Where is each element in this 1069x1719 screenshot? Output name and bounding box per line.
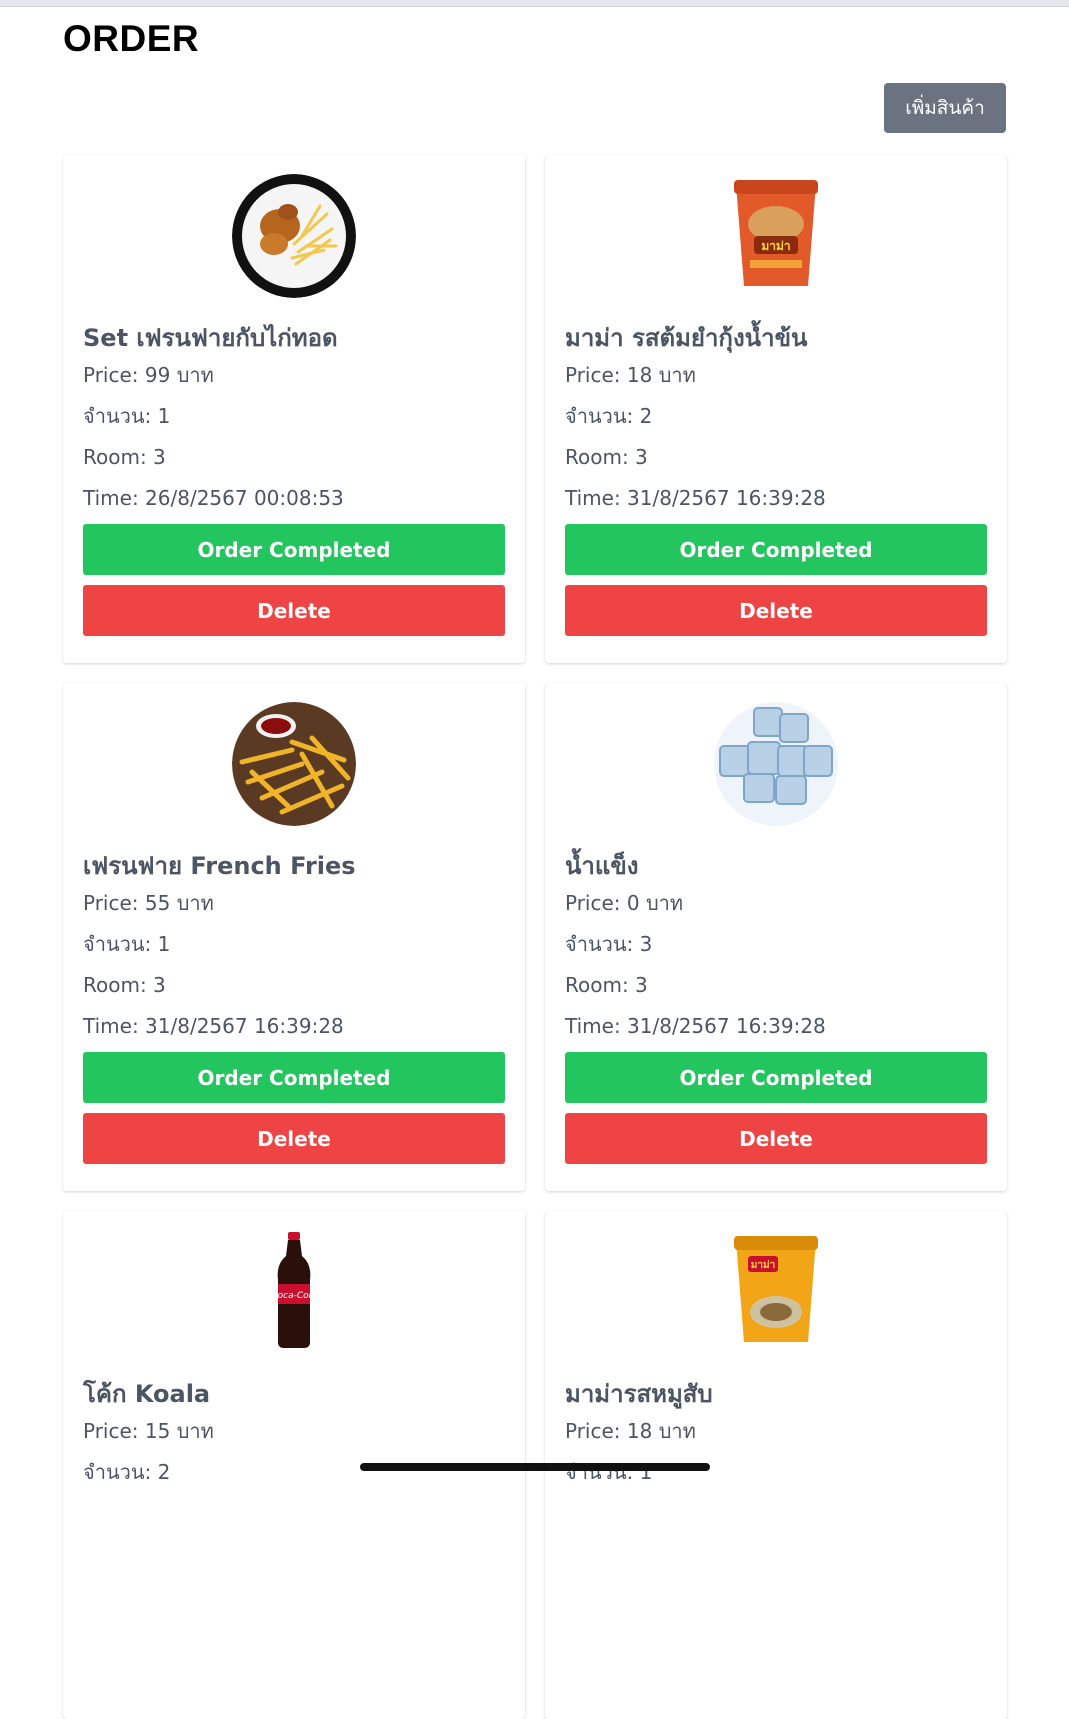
time-text: Time: 31/8/2567 16:39:28 xyxy=(565,1014,826,1038)
quantity-text: จำนวน: 3 xyxy=(565,932,653,956)
room-text: Room: 3 xyxy=(565,973,648,997)
quantity-text: จำนวน: 1 xyxy=(83,404,171,428)
product-name: มาม่ารสหมูสับ xyxy=(565,1380,713,1408)
order-card: เฟรนฟาย French Fries Price: 55 บาท จำนวน… xyxy=(63,683,525,1191)
delete-button[interactable]: Delete xyxy=(565,1113,987,1164)
quantity-text: จำนวน: 2 xyxy=(83,1460,171,1484)
add-product-button[interactable]: เพิ่มสินค้า xyxy=(884,83,1006,133)
product-name: โค้ก Koala xyxy=(83,1380,211,1408)
minced-pork-noodle-cup-icon: มาม่า xyxy=(714,1230,838,1354)
product-name: เฟรนฟาย French Fries xyxy=(83,852,356,880)
price-text: Price: 99 บาท xyxy=(83,363,214,387)
product-name: น้ำแข็ง xyxy=(565,852,639,880)
order-completed-button[interactable]: Order Completed xyxy=(83,1052,505,1103)
chicken-fries-plate-icon xyxy=(232,174,356,298)
quantity-text: จำนวน: 2 xyxy=(565,404,653,428)
product-name: Set เฟรนฟายกับไก่ทอด xyxy=(83,324,338,352)
order-completed-button[interactable]: Order Completed xyxy=(83,524,505,575)
order-card: Set เฟรนฟายกับไก่ทอด Price: 99 บาท จำนวน… xyxy=(63,155,525,663)
room-text: Room: 3 xyxy=(83,973,166,997)
price-text: Price: 18 บาท xyxy=(565,1419,696,1443)
price-text: Price: 55 บาท xyxy=(83,891,214,915)
time-text: Time: 26/8/2567 00:08:53 xyxy=(83,486,344,510)
price-text: Price: 15 บาท xyxy=(83,1419,214,1443)
french-fries-icon xyxy=(232,702,356,826)
product-name: มาม่า รสต้มยำกุ้งน้ำข้น xyxy=(565,324,808,352)
svg-text:Coca-Cola: Coca-Cola xyxy=(271,1291,316,1301)
price-text: Price: 18 บาท xyxy=(565,363,696,387)
time-text: Time: 31/8/2567 16:39:28 xyxy=(83,1014,344,1038)
order-completed-button[interactable]: Order Completed xyxy=(565,1052,987,1103)
time-text: Time: 31/8/2567 16:39:28 xyxy=(565,486,826,510)
delete-button[interactable]: Delete xyxy=(565,585,987,636)
svg-text:มาม่า: มาม่า xyxy=(751,1259,775,1271)
cola-bottle-icon: Coca-Cola xyxy=(232,1230,356,1354)
ice-cubes-icon xyxy=(714,702,838,826)
browser-top-edge xyxy=(0,0,1069,7)
order-grid: Set เฟรนฟายกับไก่ทอด Price: 99 บาท จำนวน… xyxy=(63,155,1007,1719)
quantity-text: จำนวน: 1 xyxy=(83,932,171,956)
tomyum-noodle-cup-icon: มาม่า xyxy=(714,174,838,298)
order-card: มาม่า มาม่า รสต้มยำกุ้งน้ำข้น Price: 18 … xyxy=(545,155,1007,663)
room-text: Room: 3 xyxy=(83,445,166,469)
home-indicator xyxy=(360,1463,710,1471)
price-text: Price: 0 บาท xyxy=(565,891,684,915)
order-card: น้ำแข็ง Price: 0 บาท จำนวน: 3 Room: 3 Ti… xyxy=(545,683,1007,1191)
svg-text:มาม่า: มาม่า xyxy=(761,239,790,253)
delete-button[interactable]: Delete xyxy=(83,1113,505,1164)
order-completed-button[interactable]: Order Completed xyxy=(565,524,987,575)
page-title: ORDER xyxy=(63,18,200,59)
quantity-text: จำนวน: 1 xyxy=(565,1460,653,1484)
delete-button[interactable]: Delete xyxy=(83,585,505,636)
room-text: Room: 3 xyxy=(565,445,648,469)
